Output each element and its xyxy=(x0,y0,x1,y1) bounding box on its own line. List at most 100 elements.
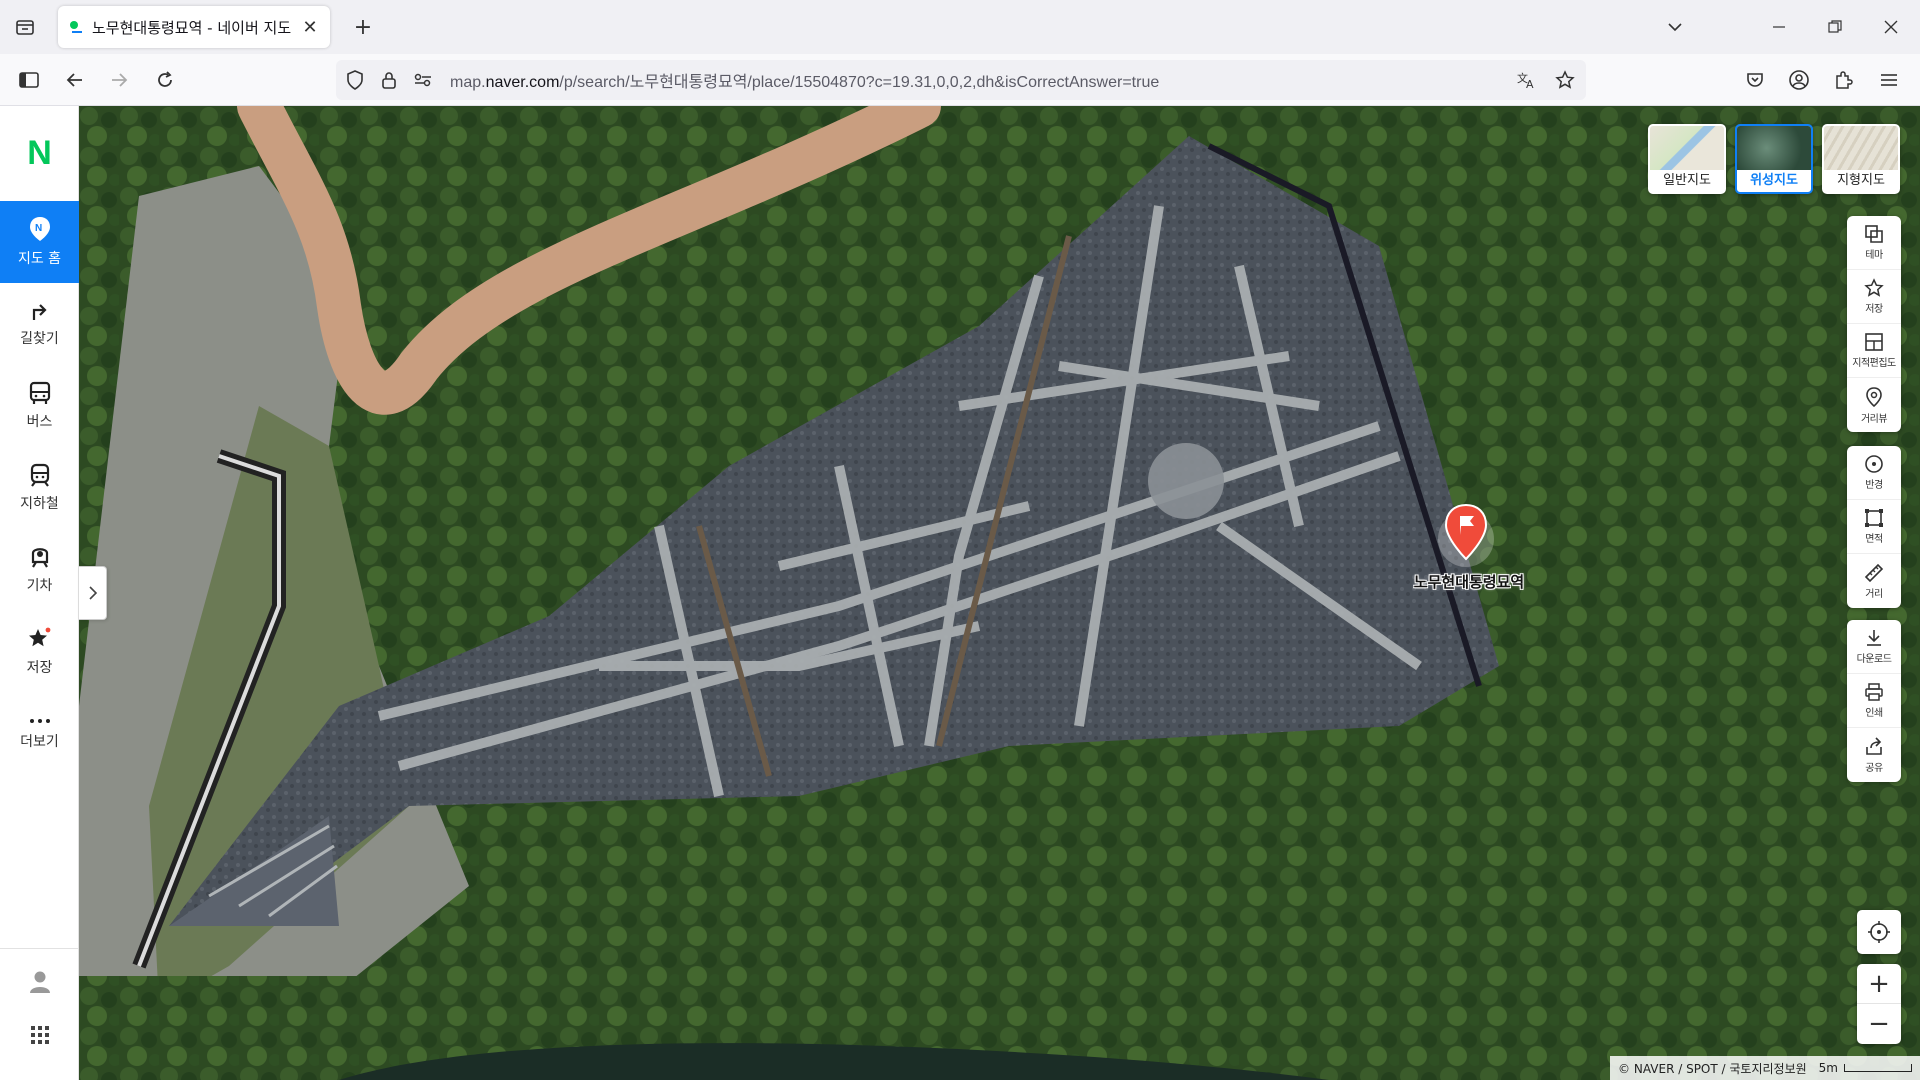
new-tab-button[interactable]: + xyxy=(350,14,376,40)
satellite-imagery xyxy=(79,106,1920,1080)
map-thumbnail xyxy=(1737,126,1811,170)
bus-icon xyxy=(29,381,50,404)
maptype-general[interactable]: 일반지도 xyxy=(1648,124,1726,194)
naver-map-favicon-icon xyxy=(70,21,82,33)
star-outline-icon xyxy=(1864,278,1884,297)
tool-theme[interactable]: 테마 xyxy=(1847,216,1901,270)
sidebar-item-train[interactable]: 기차 xyxy=(0,529,79,611)
maptype-satellite[interactable]: 위성지도 xyxy=(1735,124,1813,194)
back-arrow-icon[interactable] xyxy=(60,65,90,95)
restore-button[interactable] xyxy=(1812,10,1858,44)
pocket-icon[interactable] xyxy=(1740,65,1770,95)
scale-label: 5m xyxy=(1818,1061,1838,1075)
lock-icon[interactable] xyxy=(374,65,404,95)
sidebar-item-label: 지하철 xyxy=(20,496,59,512)
scale-bar xyxy=(1844,1064,1912,1072)
map-pin-icon: N xyxy=(29,217,50,241)
crosshair-icon xyxy=(1868,921,1890,943)
tool-print[interactable]: 인쇄 xyxy=(1847,674,1901,728)
menu-hamburger-icon[interactable] xyxy=(1874,65,1904,95)
sidebar-item-label: 기차 xyxy=(26,578,53,594)
minimize-button[interactable] xyxy=(1756,10,1802,44)
tool-label: 인쇄 xyxy=(1865,708,1883,719)
window-close-button[interactable] xyxy=(1868,10,1914,44)
user-avatar-icon[interactable] xyxy=(0,949,79,1015)
sidebar-item-map-home[interactable]: N 지도 홈 xyxy=(0,201,79,283)
map-tools-group-1: 테마 저장 지적편집도 거리뷰 xyxy=(1847,216,1901,432)
ruler-icon xyxy=(1864,563,1884,582)
tool-distance[interactable]: 거리 xyxy=(1847,554,1901,608)
zoom-controls: + − xyxy=(1857,964,1901,1044)
sidebar-bottom xyxy=(0,948,79,1055)
map-canvas[interactable]: 노무현대통령묘역 일반지도 위성지도 지형지도 테마 저장 지적편집도 거리뷰 xyxy=(79,106,1920,1080)
sidebar-item-label: 지도 홈 xyxy=(17,251,62,267)
zoom-out-button[interactable]: − xyxy=(1857,1004,1901,1044)
forward-arrow-icon[interactable] xyxy=(104,65,134,95)
tool-radius[interactable]: 반경 xyxy=(1847,446,1901,500)
marker-label[interactable]: 노무현대통령묘역 xyxy=(1399,571,1539,592)
place-marker[interactable] xyxy=(1436,501,1496,571)
panel-expand-button[interactable] xyxy=(79,566,107,620)
sidebar-item-saved[interactable]: 저장 xyxy=(0,611,79,693)
attribution-text: © NAVER / SPOT / 국토지리정보원 xyxy=(1618,1061,1807,1076)
maptype-label: 일반지도 xyxy=(1663,173,1711,188)
share-icon xyxy=(1866,736,1882,755)
url-bar[interactable]: map.naver.com/p/search/노무현대통령묘역/place/15… xyxy=(336,60,1586,100)
flag-marker-icon xyxy=(1438,503,1494,567)
tool-download[interactable]: 다운로드 xyxy=(1847,620,1901,674)
browser-tabbar: 노무현대통령묘역 - 네이버 지도 ✕ + xyxy=(0,0,1920,54)
svg-text:A: A xyxy=(1526,78,1534,90)
tool-save[interactable]: 저장 xyxy=(1847,270,1901,324)
browser-navbar: map.naver.com/p/search/노무현대통령묘역/place/15… xyxy=(0,54,1920,106)
printer-icon xyxy=(1865,683,1883,701)
svg-text:N: N xyxy=(35,223,42,234)
directions-arrow-icon xyxy=(32,304,47,320)
bookmark-star-icon[interactable] xyxy=(1550,65,1580,95)
tool-label: 거리 xyxy=(1865,588,1883,600)
site-permissions-icon[interactable] xyxy=(408,65,438,95)
sidebar-item-label: 저장 xyxy=(26,660,53,676)
sidebar-item-directions[interactable]: 길찾기 xyxy=(0,283,79,365)
browser-tab-active[interactable]: 노무현대통령묘역 - 네이버 지도 ✕ xyxy=(58,6,330,48)
tool-label: 면적 xyxy=(1865,534,1883,545)
chevron-right-icon xyxy=(88,586,97,600)
sidebar-item-label: 더보기 xyxy=(20,734,59,750)
tool-area[interactable]: 면적 xyxy=(1847,500,1901,554)
download-icon xyxy=(1867,630,1881,646)
tool-label: 저장 xyxy=(1865,304,1883,315)
sidebar-item-subway[interactable]: 지하철 xyxy=(0,447,79,529)
naver-map-sidebar: N N 지도 홈 길찾기 버스 지하철 기차 저장 더보기 xyxy=(0,106,79,1080)
maptype-terrain[interactable]: 지형지도 xyxy=(1822,124,1900,194)
extensions-icon[interactable] xyxy=(1828,65,1858,95)
shield-icon[interactable] xyxy=(340,65,370,95)
chevron-down-icon[interactable] xyxy=(1662,14,1688,40)
sidebar-item-bus[interactable]: 버스 xyxy=(0,365,79,447)
tool-label: 지적편집도 xyxy=(1852,358,1896,369)
apps-grid-icon[interactable] xyxy=(0,1015,79,1055)
cadastral-grid-icon xyxy=(1865,333,1883,351)
account-icon[interactable] xyxy=(1784,65,1814,95)
tool-label: 반경 xyxy=(1865,480,1883,491)
current-location-button[interactable] xyxy=(1857,910,1901,954)
maptype-label: 지형지도 xyxy=(1837,173,1885,188)
tool-label: 테마 xyxy=(1865,250,1883,261)
area-icon xyxy=(1865,509,1883,527)
translate-icon[interactable]: 文A xyxy=(1512,65,1542,95)
star-icon xyxy=(28,627,50,647)
naver-logo[interactable]: N xyxy=(0,106,79,201)
tab-close-icon[interactable]: ✕ xyxy=(300,17,320,38)
tool-share[interactable]: 공유 xyxy=(1847,728,1901,782)
sidebar-toggle-icon[interactable] xyxy=(14,65,44,95)
layers-icon xyxy=(1865,225,1883,243)
zoom-in-button[interactable]: + xyxy=(1857,964,1901,1004)
sidebar-item-more[interactable]: 더보기 xyxy=(0,693,79,775)
map-tools-group-2: 반경 면적 거리 xyxy=(1847,446,1901,608)
train-icon xyxy=(31,548,48,568)
reload-icon[interactable] xyxy=(150,65,180,95)
tool-cadastral[interactable]: 지적편집도 xyxy=(1847,324,1901,378)
maptype-label: 위성지도 xyxy=(1750,173,1798,188)
tool-streetview[interactable]: 거리뷰 xyxy=(1847,378,1901,432)
url-text: map.naver.com/p/search/노무현대통령묘역/place/15… xyxy=(450,74,1160,91)
tab-list-icon[interactable] xyxy=(12,14,38,40)
sidebar-item-label: 버스 xyxy=(26,414,53,430)
